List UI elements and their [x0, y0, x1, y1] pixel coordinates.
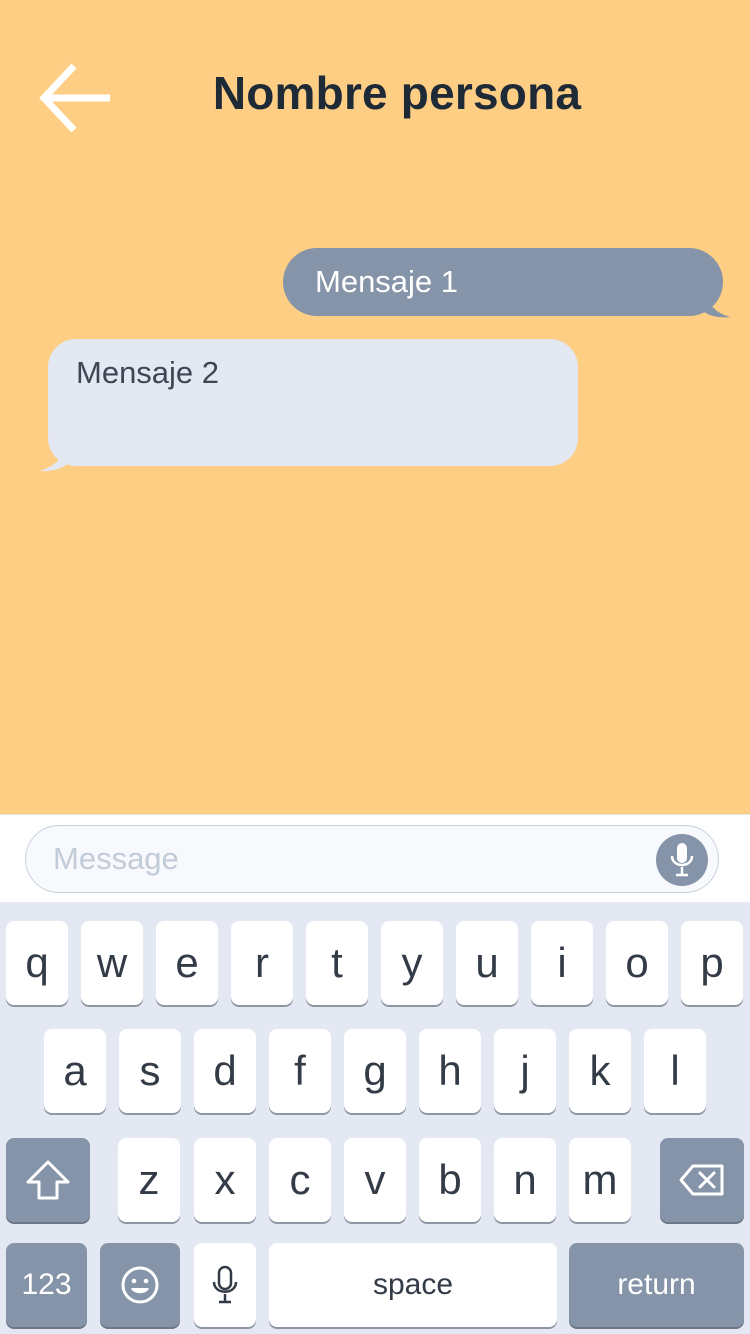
key-u[interactable]: u	[456, 921, 518, 1005]
key-a[interactable]: a	[44, 1029, 106, 1113]
message-text: Mensaje 1	[315, 264, 459, 299]
keyboard: q w e r t y u i o p a s d f g h j k l z …	[0, 902, 750, 1334]
shift-icon	[26, 1160, 70, 1200]
key-w[interactable]: w	[81, 921, 143, 1005]
shift-key[interactable]	[6, 1138, 90, 1222]
microphone-button[interactable]	[656, 834, 708, 886]
key-e[interactable]: e	[156, 921, 218, 1005]
microphone-icon	[212, 1265, 238, 1304]
emoji-key[interactable]	[100, 1243, 180, 1327]
chat-screen: Nombre persona Mensaje 1 Mensaje 2 q w e…	[0, 0, 750, 1334]
key-m[interactable]: m	[569, 1138, 631, 1222]
key-d[interactable]: d	[194, 1029, 256, 1113]
message-input[interactable]	[25, 825, 719, 893]
key-r[interactable]: r	[231, 921, 293, 1005]
key-h[interactable]: h	[419, 1029, 481, 1113]
page-title: Nombre persona	[212, 67, 582, 119]
key-j[interactable]: j	[494, 1029, 556, 1113]
key-y[interactable]: y	[381, 921, 443, 1005]
bubble-tail-incoming	[40, 440, 70, 472]
key-q[interactable]: q	[6, 921, 68, 1005]
key-g[interactable]: g	[344, 1029, 406, 1113]
message-text: Mensaje 2	[76, 355, 220, 390]
key-l[interactable]: l	[644, 1029, 706, 1113]
key-k[interactable]: k	[569, 1029, 631, 1113]
microphone-icon	[670, 843, 694, 877]
dictation-key[interactable]	[194, 1243, 256, 1327]
message-composer	[0, 814, 750, 902]
key-i[interactable]: i	[531, 921, 593, 1005]
backspace-icon	[679, 1164, 724, 1196]
key-x[interactable]: x	[194, 1138, 256, 1222]
bubble-tail-outgoing	[704, 290, 731, 318]
space-key[interactable]: space	[269, 1243, 557, 1327]
key-f[interactable]: f	[269, 1029, 331, 1113]
key-n[interactable]: n	[494, 1138, 556, 1222]
return-key[interactable]: return	[569, 1243, 744, 1327]
key-b[interactable]: b	[419, 1138, 481, 1222]
numbers-key[interactable]: 123	[6, 1243, 87, 1327]
key-s[interactable]: s	[119, 1029, 181, 1113]
key-c[interactable]: c	[269, 1138, 331, 1222]
backspace-key[interactable]	[660, 1138, 744, 1222]
key-z[interactable]: z	[118, 1138, 180, 1222]
key-p[interactable]: p	[681, 921, 743, 1005]
key-o[interactable]: o	[606, 921, 668, 1005]
key-t[interactable]: t	[306, 921, 368, 1005]
emoji-icon	[121, 1266, 159, 1304]
key-v[interactable]: v	[344, 1138, 406, 1222]
message-bubble-incoming[interactable]: Mensaje 2	[48, 339, 578, 466]
message-bubble-outgoing[interactable]: Mensaje 1	[283, 248, 723, 316]
